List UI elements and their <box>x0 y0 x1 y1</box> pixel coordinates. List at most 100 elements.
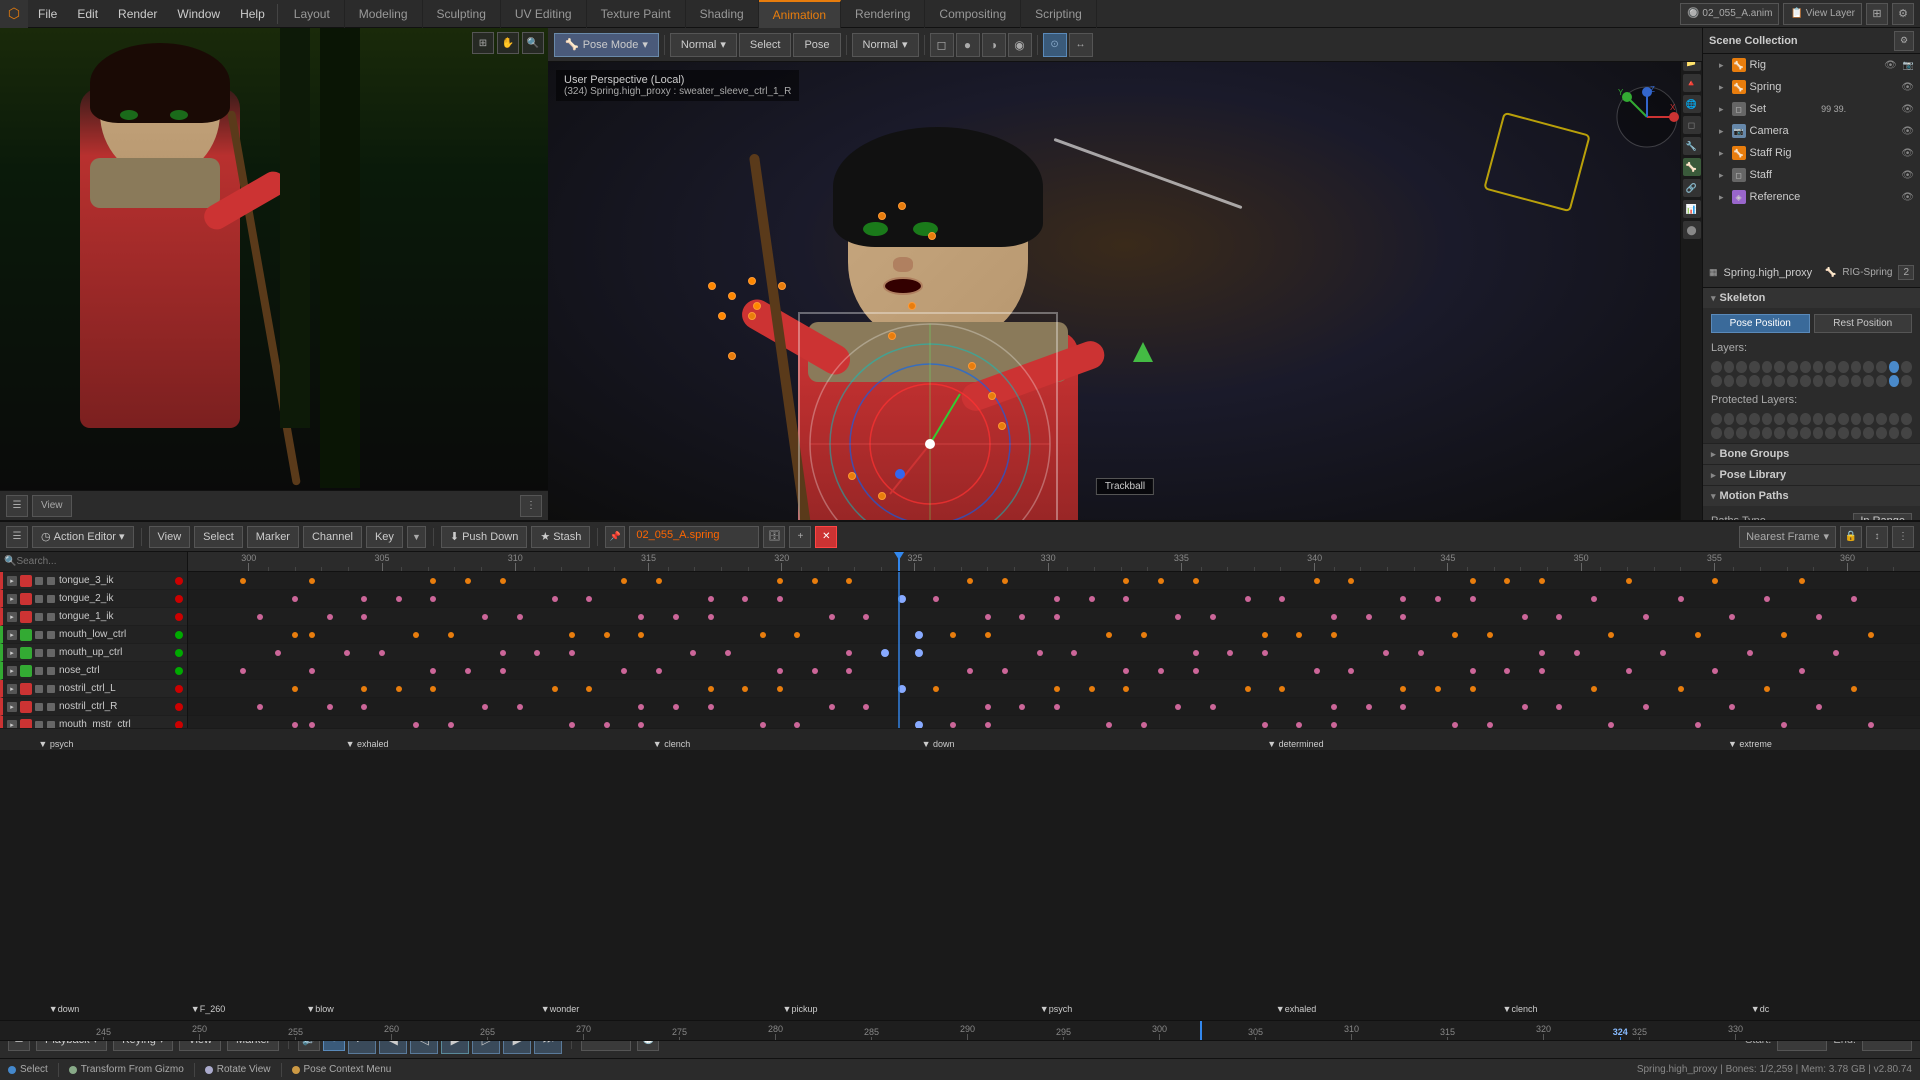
keyframe-dot[interactable] <box>1262 722 1268 728</box>
workspace-tab-sculpting[interactable]: Sculpting <box>423 0 501 28</box>
stash-btn[interactable]: ★ Stash <box>531 526 590 548</box>
protected-layer-dot[interactable] <box>1711 427 1722 439</box>
keyframe-dot[interactable] <box>1522 704 1528 710</box>
object-props-icon[interactable]: ◻ <box>1683 116 1701 134</box>
keyframe-dot[interactable] <box>517 614 523 620</box>
keyframe-dot[interactable] <box>327 704 333 710</box>
keyframe-dot[interactable] <box>361 686 367 692</box>
protected-layer-dot[interactable] <box>1787 413 1798 425</box>
solid-shading-btn[interactable]: ● <box>956 33 980 57</box>
workspace-tab-modeling[interactable]: Modeling <box>345 0 423 28</box>
keyframe-dot[interactable] <box>1314 578 1320 584</box>
layer-dot[interactable] <box>1787 361 1798 373</box>
ae-settings-btn[interactable]: ⋮ <box>1892 526 1914 548</box>
protected-layer-dot[interactable] <box>1813 413 1824 425</box>
protected-layer-dot[interactable] <box>1749 413 1760 425</box>
layer-dot[interactable] <box>1711 375 1722 387</box>
keyframe-dot[interactable] <box>1245 596 1251 602</box>
layer-dot[interactable] <box>1851 361 1862 373</box>
keyframe-dot[interactable] <box>1331 632 1337 638</box>
layer-dot[interactable] <box>1749 375 1760 387</box>
keyframe-dot[interactable] <box>794 632 800 638</box>
keyframe-dot[interactable] <box>292 632 298 638</box>
ae-pin-icon[interactable]: 📌 <box>605 526 625 548</box>
keyframe-dot[interactable] <box>1591 686 1597 692</box>
keyframe-dot[interactable] <box>1158 578 1164 584</box>
protected-layer-dot[interactable] <box>1736 413 1747 425</box>
protected-layer-dot[interactable] <box>1901 413 1912 425</box>
keyframe-dot[interactable] <box>777 596 783 602</box>
action-editor-label[interactable]: ◷ Action Editor ▾ <box>32 526 134 548</box>
bone-props-icon[interactable]: 🦴 <box>1683 158 1701 176</box>
keyframe-dot[interactable] <box>1470 686 1476 692</box>
preview-zoom-btn[interactable]: 🔍 <box>522 32 544 54</box>
keyframe-dot[interactable] <box>863 614 869 620</box>
eye-icon-staff[interactable]: 👁 <box>1901 170 1914 181</box>
workspace-tab-rendering[interactable]: Rendering <box>841 0 925 28</box>
keyframe-dot[interactable] <box>1452 632 1458 638</box>
keyframe-dot[interactable] <box>1816 704 1822 710</box>
keyframe-dot[interactable] <box>517 704 523 710</box>
protected-layer-dot[interactable] <box>1889 413 1900 425</box>
keyframe-dot[interactable] <box>309 578 315 584</box>
blender-logo[interactable]: ⬡ <box>0 0 28 28</box>
keyframe-dot[interactable] <box>1608 722 1614 728</box>
protected-layer-dot[interactable] <box>1762 413 1773 425</box>
keyframe-dot[interactable] <box>621 578 627 584</box>
keyframe-dot[interactable] <box>1539 650 1545 656</box>
keyframe-dot[interactable] <box>309 722 315 728</box>
keyframe-dot[interactable] <box>621 668 627 674</box>
view-btn-left[interactable]: View <box>32 495 72 517</box>
keyframe-dot[interactable] <box>465 578 471 584</box>
keyframe-dot[interactable] <box>915 721 923 729</box>
scene-item-staff[interactable]: ▸ ◻ Staff 👁 <box>1703 164 1920 186</box>
keyframe-dot[interactable] <box>1400 596 1406 602</box>
keyframe-dot[interactable] <box>1071 650 1077 656</box>
keyframe-dot[interactable] <box>967 668 973 674</box>
keyframe-dot[interactable] <box>534 650 540 656</box>
skeleton-header[interactable]: ▾ Skeleton <box>1703 288 1920 308</box>
rest-position-btn[interactable]: Rest Position <box>1814 314 1913 333</box>
ae-menu-btn[interactable]: ☰ <box>6 526 28 548</box>
protected-layer-dot[interactable] <box>1800 413 1811 425</box>
layer-dot[interactable] <box>1901 375 1912 387</box>
channel-item[interactable]: ▸ nostril_ctrl_R <box>0 698 187 716</box>
keyframe-dot[interactable] <box>1141 632 1147 638</box>
keyframe-dot[interactable] <box>1626 578 1632 584</box>
layer-dot[interactable] <box>1711 361 1722 373</box>
keyframe-dot[interactable] <box>1002 578 1008 584</box>
channel-btn-ae[interactable]: Channel <box>303 526 362 548</box>
keyframe-dot[interactable] <box>915 631 923 639</box>
keyframe-dot[interactable] <box>1348 668 1354 674</box>
keyframe-dot[interactable] <box>1868 632 1874 638</box>
keyframe-dot[interactable] <box>846 578 852 584</box>
layer-dot[interactable] <box>1800 361 1811 373</box>
gizmos-btn[interactable]: ↔ <box>1069 33 1093 57</box>
keyframe-dot[interactable] <box>430 578 436 584</box>
keyframe-dot[interactable] <box>673 704 679 710</box>
keyframe-dot[interactable] <box>1712 578 1718 584</box>
menu-render[interactable]: Render <box>108 0 167 28</box>
view-layer[interactable]: 📋 View Layer <box>1783 3 1862 25</box>
protected-layer-dot[interactable] <box>1825 427 1836 439</box>
keyframe-dot[interactable] <box>1660 650 1666 656</box>
keyframe-dot[interactable] <box>1400 704 1406 710</box>
keyframe-dot[interactable] <box>1037 650 1043 656</box>
keyframe-dot[interactable] <box>1331 704 1337 710</box>
keyframe-dot[interactable] <box>1141 722 1147 728</box>
keyframe-dot[interactable] <box>1764 596 1770 602</box>
keyframe-dot[interactable] <box>742 686 748 692</box>
keyframe-dot[interactable] <box>292 722 298 728</box>
nearest-frame-dropdown[interactable]: Nearest Frame ▾ <box>1739 526 1836 548</box>
keyframe-dot[interactable] <box>1193 578 1199 584</box>
keyframe-dot[interactable] <box>881 649 889 657</box>
protected-layer-dot[interactable] <box>1851 413 1862 425</box>
layer-dot[interactable] <box>1889 361 1900 373</box>
keyframe-dot[interactable] <box>1781 722 1787 728</box>
keyframe-dot[interactable] <box>1019 704 1025 710</box>
keyframe-dot[interactable] <box>1678 596 1684 602</box>
protected-layer-dot[interactable] <box>1774 413 1785 425</box>
view-btn[interactable]: Normal ▾ <box>670 33 737 57</box>
keyframe-dot[interactable] <box>309 668 315 674</box>
preview-grid-btn[interactable]: ⊞ <box>472 32 494 54</box>
